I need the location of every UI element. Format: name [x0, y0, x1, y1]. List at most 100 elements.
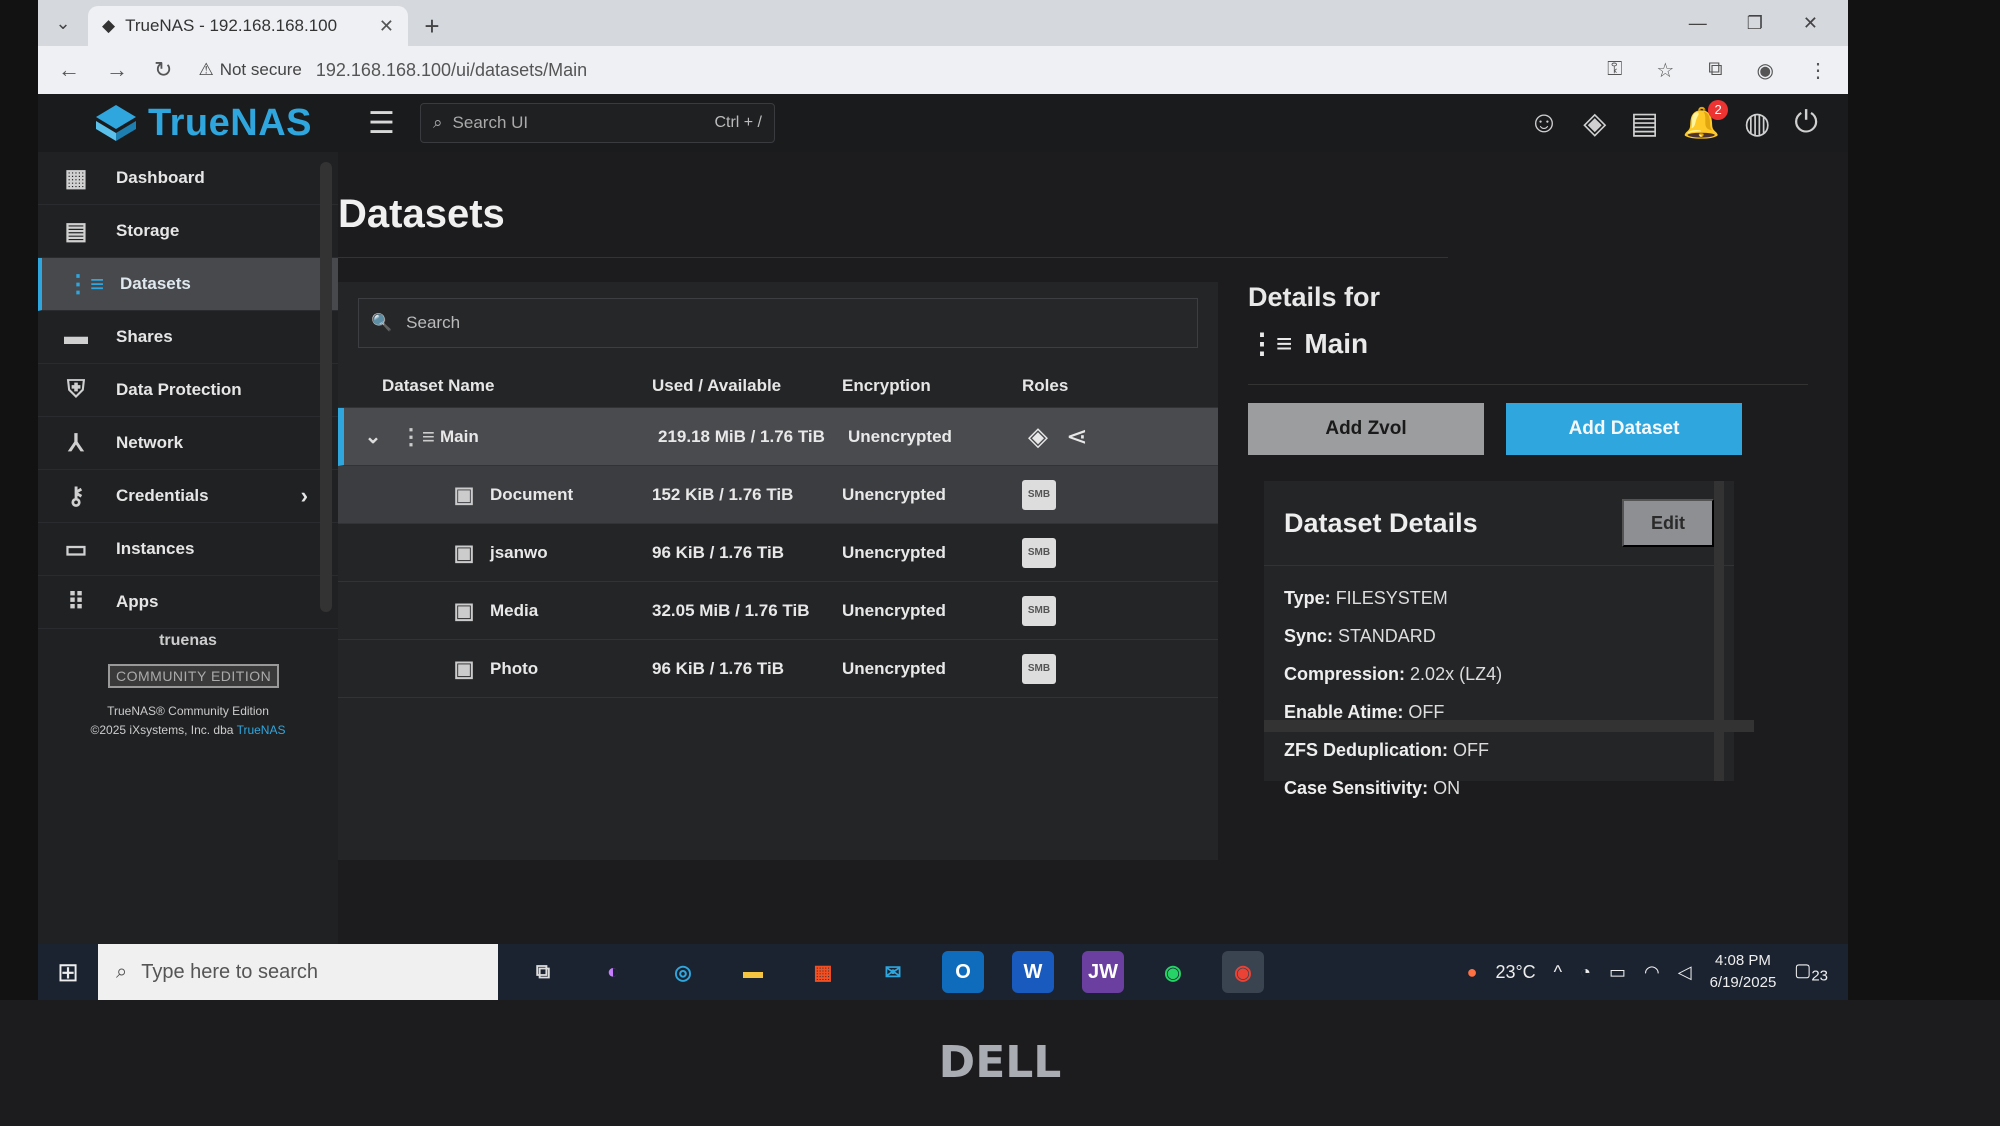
url-text[interactable]: 192.168.168.100/ui/datasets/Main — [316, 60, 587, 81]
power-icon[interactable]: ⏻ — [1794, 106, 1818, 140]
header-roles[interactable]: Roles — [1022, 376, 1162, 396]
details-dataset: ⋮≡ Main — [1248, 327, 1808, 360]
notifications-bell-icon[interactable]: 🔔 2 — [1683, 99, 1729, 141]
back-icon[interactable]: ← — [58, 57, 80, 83]
header-used-available[interactable]: Used / Available — [652, 376, 842, 396]
close-tab-icon[interactable]: ✕ — [379, 16, 394, 37]
microsoft-store-icon[interactable]: ▦ — [802, 951, 844, 993]
sidebar-item-credentials[interactable]: ⚷ Credentials › — [38, 470, 338, 523]
windows-start-icon[interactable]: ⊞ — [38, 957, 98, 988]
edge-browser-icon[interactable]: ◎ — [662, 951, 704, 993]
extensions-icon[interactable]: ⧉ — [1708, 58, 1722, 83]
forward-icon[interactable]: → — [106, 57, 128, 83]
screen: ⌄ ◆ TrueNAS - 192.168.168.100 ✕ + — ❐ ✕ … — [38, 0, 1848, 1000]
profile-icon[interactable]: ◉ — [1757, 58, 1774, 83]
sidebar-item-apps[interactable]: ⠿ Apps — [38, 576, 338, 629]
sidebar-item-label: Datasets — [120, 274, 191, 293]
smb-role-icon: SMB — [1022, 595, 1056, 626]
feedback-smiley-icon[interactable]: ☺ — [1529, 106, 1560, 140]
table-row[interactable]: ▣ Photo 96 KiB / 1.76 TiB Unencrypted SM… — [338, 640, 1218, 698]
used-available: 96 KiB / 1.76 TiB — [652, 658, 784, 678]
outlook-icon[interactable]: O — [942, 951, 984, 993]
tab-list-chevron-icon[interactable]: ⌄ — [38, 0, 88, 46]
battery-icon[interactable]: ▭ — [1609, 962, 1626, 983]
topbar-actions: ☺ ◈ ▤ 🔔 2 ◍ ⏻ — [1529, 99, 1848, 141]
header-dataset-name[interactable]: Dataset Name — [382, 376, 652, 396]
header-encryption[interactable]: Encryption — [842, 376, 1022, 396]
table-row[interactable]: ▣ Media 32.05 MiB / 1.76 TiB Unencrypted… — [338, 582, 1218, 640]
dataset-name-cell: ▣ Media — [338, 598, 652, 624]
clock[interactable]: 4:08 PM 6/19/2025 — [1710, 950, 1777, 994]
close-window-icon[interactable]: ✕ — [1803, 13, 1818, 34]
sidebar-item-label: Network — [116, 433, 184, 452]
chevron-down-icon[interactable]: ⌄ — [358, 424, 388, 449]
add-dataset-button[interactable]: Add Dataset — [1506, 403, 1742, 455]
sidebar-item-instances[interactable]: ▭ Instances — [38, 523, 338, 576]
mail-icon[interactable]: ✉ — [872, 951, 914, 993]
sidebar-item-data-protection[interactable]: ⛨ Data Protection — [38, 364, 338, 417]
task-view-icon[interactable]: ⧉ — [522, 951, 564, 993]
detail-key: Case Sensitivity: — [1284, 778, 1429, 798]
weather-icon[interactable]: ● — [1467, 962, 1478, 983]
browser-tab[interactable]: ◆ TrueNAS - 192.168.168.100 ✕ — [88, 6, 408, 46]
reload-icon[interactable]: ↻ — [154, 57, 172, 83]
truecommand-icon[interactable]: ◈ — [1583, 106, 1606, 141]
wifi-icon[interactable]: ◠ — [1644, 962, 1660, 983]
sidebar-item-storage[interactable]: ▤ Storage — [38, 205, 338, 258]
restore-icon[interactable]: ❐ — [1747, 13, 1763, 34]
dataset-name: Document — [490, 484, 574, 504]
details-horizontal-scrollbar[interactable] — [1264, 720, 1754, 732]
volume-icon[interactable]: ◁ — [1678, 962, 1692, 983]
not-secure-label: Not secure — [219, 60, 302, 79]
details-dataset-name: Main — [1304, 327, 1369, 359]
dataset-search-input[interactable]: 🔍 Search — [358, 298, 1198, 348]
account-icon[interactable]: ◍ — [1744, 106, 1770, 141]
details-panel: Details for ⋮≡ Main Add Zvol Add Dataset… — [1248, 282, 1808, 798]
dataset-details-title: Dataset Details — [1284, 507, 1478, 538]
password-key-icon[interactable]: ⚿ — [1607, 58, 1622, 83]
whatsapp-icon[interactable]: ◉ — [1152, 951, 1194, 993]
chrome-icon[interactable]: ◉ — [1222, 951, 1264, 993]
dataset-name: Media — [490, 600, 539, 620]
truenas-role-icon: ◈ — [1028, 421, 1048, 451]
not-secure-indicator[interactable]: ⚠ Not secure — [198, 60, 301, 80]
sidebar-item-label: Apps — [116, 592, 159, 611]
menu-toggle-icon[interactable]: ☰ — [368, 106, 402, 141]
minimize-icon[interactable]: — — [1689, 13, 1707, 34]
dataset-name: Main — [440, 426, 479, 446]
sidebar-item-shares[interactable]: ▬ Shares — [38, 311, 338, 364]
sidebar-item-dashboard[interactable]: ▦ Dashboard — [38, 152, 338, 205]
taskbar-search-input[interactable]: ⌕ Type here to search — [98, 944, 498, 1000]
table-row[interactable]: ▣ Document 152 KiB / 1.76 TiB Unencrypte… — [338, 466, 1218, 524]
bookmark-star-icon[interactable]: ☆ — [1656, 58, 1674, 83]
sidebar-scrollbar[interactable] — [320, 162, 332, 612]
file-explorer-icon[interactable]: ▬ — [732, 951, 774, 993]
copilot-icon[interactable]: ◐ — [592, 951, 634, 993]
word-icon[interactable]: W — [1012, 951, 1054, 993]
tray-chevron-up-icon[interactable]: ^ — [1554, 962, 1562, 983]
detail-type: Type: FILESYSTEM — [1284, 588, 1714, 626]
sidebar-item-datasets[interactable]: ⋮≡ Datasets — [38, 258, 338, 311]
browser-menu-icon[interactable]: ⋮ — [1808, 58, 1828, 83]
table-row[interactable]: ▣ jsanwo 96 KiB / 1.76 TiB Unencrypted S… — [338, 524, 1218, 582]
details-scrollbar[interactable] — [1714, 481, 1724, 781]
share-icon: ⋖ — [1066, 421, 1088, 451]
table-row[interactable]: ⌄ ⋮≡ Main 219.18 MiB / 1.76 TiB Unencryp… — [338, 408, 1218, 466]
browser-tabbar: ⌄ ◆ TrueNAS - 192.168.168.100 ✕ + — ❐ ✕ — [38, 0, 1848, 46]
used-available: 152 KiB / 1.76 TiB — [652, 484, 794, 504]
network-tray-icon[interactable]: ◔ — [1580, 962, 1591, 983]
smb-role-icon: SMB — [1022, 479, 1056, 510]
jobs-clipboard-icon[interactable]: ▤ — [1630, 106, 1658, 141]
edit-button[interactable]: Edit — [1622, 499, 1714, 547]
notification-center-icon[interactable]: ▢23 — [1794, 960, 1828, 985]
truenas-link[interactable]: TrueNAS — [237, 723, 286, 737]
global-search-input[interactable]: ⌕ Search UI Ctrl + / — [420, 103, 775, 143]
truenas-logo[interactable]: TrueNAS — [38, 102, 338, 145]
add-zvol-button[interactable]: Add Zvol — [1248, 403, 1484, 455]
jw-app-icon[interactable]: JW — [1082, 951, 1124, 993]
url-box[interactable]: ⚠ Not secure 192.168.168.100/ui/datasets… — [198, 60, 587, 81]
new-tab-button[interactable]: + — [408, 6, 456, 46]
search-shortcut-hint: Ctrl + / — [714, 114, 762, 131]
truenas-logo-icon — [96, 105, 136, 141]
sidebar-item-network[interactable]: ⅄ Network — [38, 417, 338, 470]
